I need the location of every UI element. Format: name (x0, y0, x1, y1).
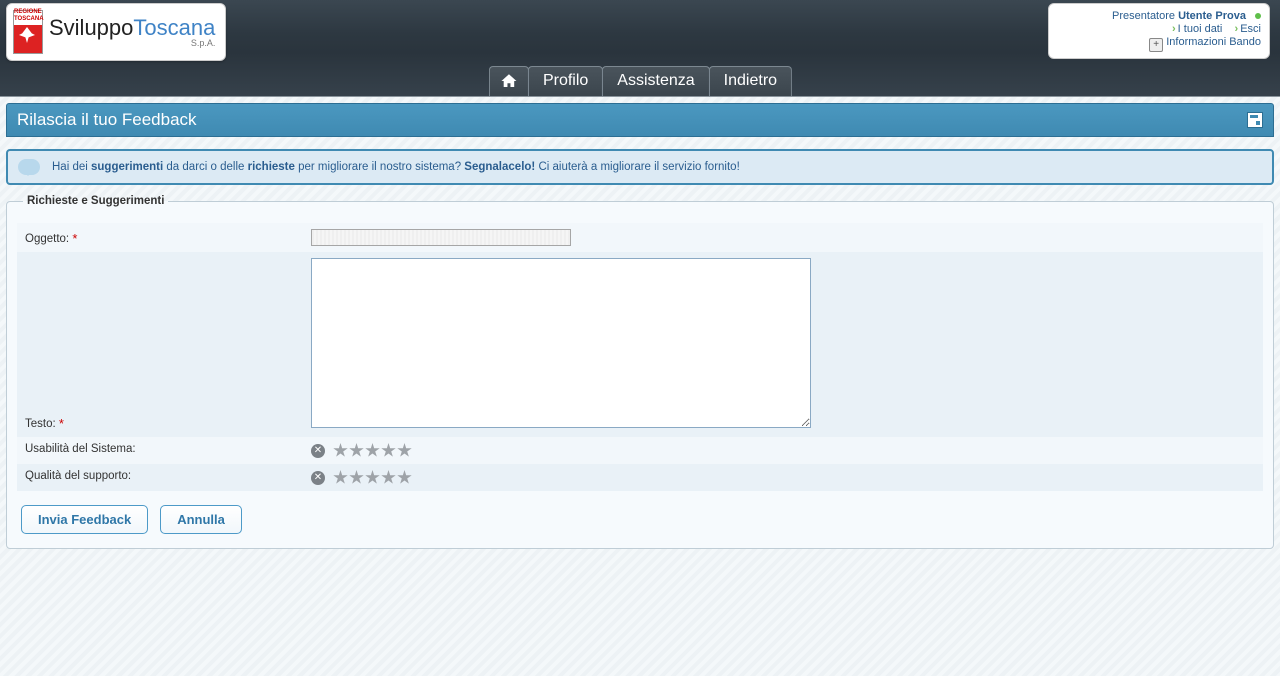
link-info-bando[interactable]: Informazioni Bando (1166, 36, 1261, 48)
star-icon[interactable] (397, 443, 412, 458)
required-star-icon: * (59, 416, 64, 431)
logo-text: SviluppoToscana S.p.A. (49, 17, 215, 48)
support-stars (333, 470, 413, 485)
online-status-icon (1255, 13, 1261, 19)
required-star-icon: * (72, 231, 77, 246)
link-your-data[interactable]: I tuoi dati (1178, 23, 1223, 35)
logo-flag-icon: REGIONETOSCANA (13, 10, 43, 54)
main-nav: Profilo Assistenza Indietro (489, 66, 791, 96)
subject-input[interactable] (311, 229, 571, 246)
star-icon[interactable] (333, 470, 348, 485)
chevron-right-icon: › (1172, 23, 1176, 35)
fieldset-legend: Richieste e Suggerimenti (23, 195, 168, 207)
feedback-form: Oggetto: * Testo: * Usabilità del Sist (17, 223, 1263, 491)
user-name: Utente Prova (1178, 10, 1246, 22)
user-role: Presentatore (1112, 10, 1175, 22)
speech-bubble-icon (18, 159, 40, 175)
body-label: Testo: (25, 418, 56, 430)
star-icon[interactable] (365, 443, 380, 458)
star-icon[interactable] (349, 443, 364, 458)
plus-icon: + (1149, 38, 1163, 52)
support-rating: ✕ (311, 470, 1255, 485)
subject-label: Oggetto: (25, 233, 69, 245)
star-icon[interactable] (349, 470, 364, 485)
usability-label: Usabilità del Sistema: (25, 443, 136, 455)
feedback-fieldset: Richieste e Suggerimenti Oggetto: * Test… (6, 195, 1274, 549)
usability-rating: ✕ (311, 443, 1255, 458)
star-icon[interactable] (365, 470, 380, 485)
nav-assist[interactable]: Assistenza (602, 66, 709, 96)
clear-rating-icon[interactable]: ✕ (311, 471, 325, 485)
body-textarea[interactable] (311, 258, 811, 428)
info-strip: Hai dei suggerimenti da darci o delle ri… (6, 149, 1274, 185)
star-icon[interactable] (333, 443, 348, 458)
star-icon[interactable] (381, 443, 396, 458)
panel-header: Rilascia il tuo Feedback (6, 103, 1274, 137)
star-icon[interactable] (397, 470, 412, 485)
nav-profile[interactable]: Profilo (528, 66, 603, 96)
panel-title: Rilascia il tuo Feedback (17, 110, 197, 130)
link-exit[interactable]: Esci (1240, 23, 1261, 35)
submit-feedback-button[interactable]: Invia Feedback (21, 505, 148, 534)
clear-rating-icon[interactable]: ✕ (311, 444, 325, 458)
logo-region: REGIONETOSCANA (14, 9, 44, 23)
cancel-button[interactable]: Annulla (160, 505, 242, 534)
logo[interactable]: REGIONETOSCANA SviluppoToscana S.p.A. (6, 3, 226, 61)
support-label: Qualità del supporto: (25, 470, 131, 482)
chevron-right-icon: › (1235, 23, 1239, 35)
user-box: Presentatore Utente Prova ›I tuoi dati ›… (1048, 3, 1270, 59)
panel-calendar-icon[interactable] (1247, 112, 1263, 128)
usability-stars (333, 443, 413, 458)
nav-back[interactable]: Indietro (709, 66, 792, 96)
top-bar: REGIONETOSCANA SviluppoToscana S.p.A. Pr… (0, 0, 1280, 97)
page: Rilascia il tuo Feedback Hai dei suggeri… (6, 103, 1274, 549)
home-icon (500, 72, 518, 90)
nav-home[interactable] (489, 66, 529, 96)
star-icon[interactable] (381, 470, 396, 485)
